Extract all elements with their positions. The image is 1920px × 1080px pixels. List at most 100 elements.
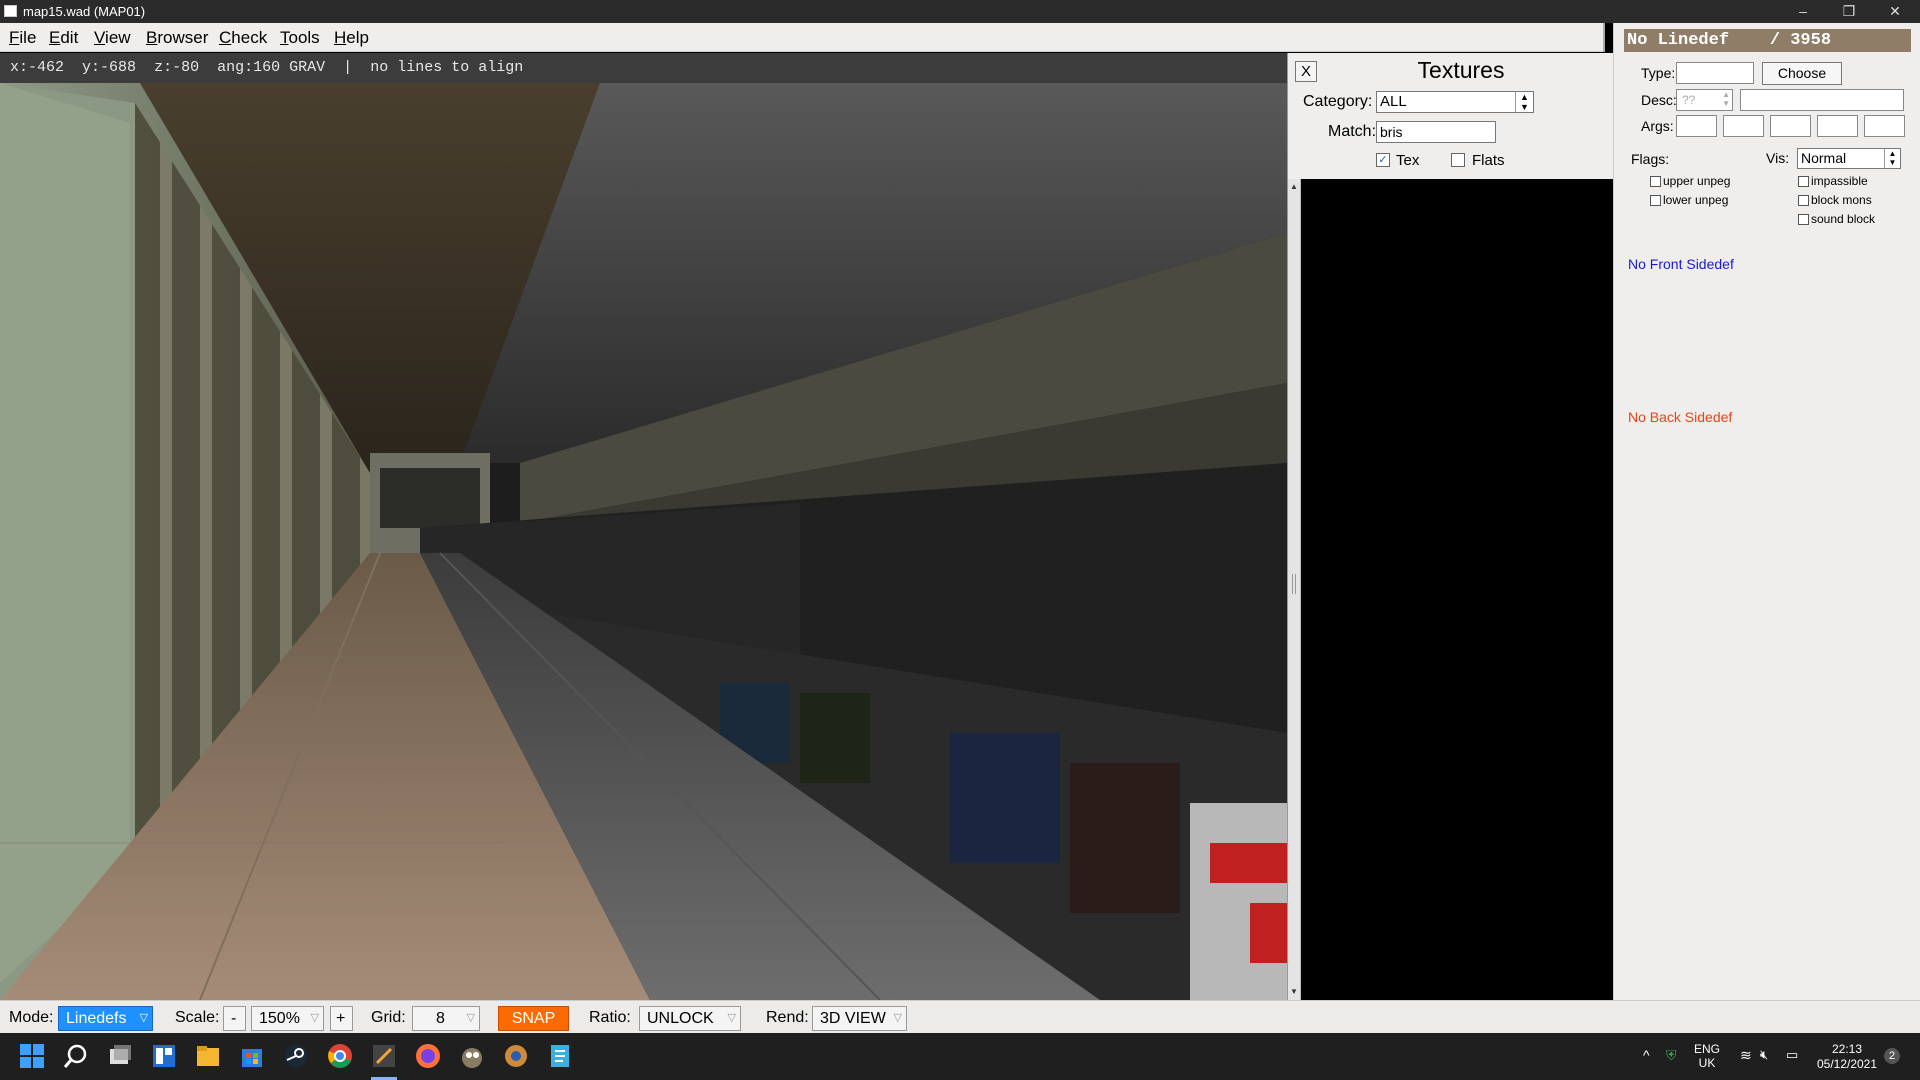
mode-select[interactable]: Linedefs ▽ xyxy=(58,1006,153,1031)
chrome-icon[interactable] xyxy=(327,1043,353,1069)
match-input[interactable]: bris xyxy=(1376,121,1496,143)
dropdown-icon: ▽ xyxy=(466,1012,475,1024)
type-input[interactable] xyxy=(1676,62,1754,84)
spinner-arrows-icon: ▲ ▼ xyxy=(1722,90,1730,108)
grid-value: 8 xyxy=(436,1010,445,1027)
file-explorer-icon[interactable] xyxy=(195,1043,221,1069)
scale-plus-button[interactable]: + xyxy=(330,1006,353,1031)
window-titlebar: map15.wad (MAP01) – ❐ ✕ xyxy=(0,0,1920,23)
language-code: ENG xyxy=(1694,1042,1721,1056)
block-mons-checkbox[interactable] xyxy=(1798,195,1809,206)
wifi-icon[interactable]: ≋ xyxy=(1740,1047,1752,1064)
menu-edit[interactable]: Edit xyxy=(49,28,78,48)
3d-viewport[interactable] xyxy=(0,83,1287,1000)
lower-unpeg-label: lower unpeg xyxy=(1663,193,1729,207)
close-window-button[interactable]: ✕ xyxy=(1872,0,1918,23)
windows-start-icon[interactable] xyxy=(19,1043,45,1069)
tex-checkbox[interactable]: ✓ xyxy=(1376,153,1390,167)
window-title: map15.wad (MAP01) xyxy=(23,4,146,19)
task-view-icon[interactable] xyxy=(107,1043,133,1069)
arg-4-input[interactable] xyxy=(1817,115,1858,137)
scale-select[interactable]: 150% ▽ xyxy=(251,1006,324,1031)
menu-view[interactable]: View xyxy=(94,28,131,48)
tex-label: Tex xyxy=(1396,152,1420,169)
impassible-label: impassible xyxy=(1811,174,1868,188)
render-select[interactable]: 3D VIEW ▽ xyxy=(812,1006,907,1031)
battery-icon[interactable]: ▭ xyxy=(1786,1047,1798,1063)
clock-time: 22:13 xyxy=(1831,1042,1863,1056)
menu-browser[interactable]: Browser xyxy=(146,28,208,48)
dropdown-icon: ▽ xyxy=(139,1012,148,1024)
coordinates-status: x:-462 y:-688 z:-80 ang:160 GRAV | no li… xyxy=(0,53,1287,83)
steam-icon[interactable] xyxy=(283,1043,309,1069)
show-hidden-icons-icon[interactable]: ^ xyxy=(1643,1047,1650,1063)
block-mons-label: block mons xyxy=(1811,193,1872,207)
dropdown-icon: ▽ xyxy=(310,1012,319,1024)
vis-select[interactable]: Normal ▲ ▼ xyxy=(1797,148,1901,169)
menu-help[interactable]: Help xyxy=(334,28,369,48)
textures-panel: X Textures Category: ALL ▲ ▼ Match: bris … xyxy=(1287,53,1614,1000)
sound-block-checkbox[interactable] xyxy=(1798,214,1809,225)
sound-block-label: sound block xyxy=(1811,212,1876,226)
mode-label: Mode: xyxy=(9,1009,54,1026)
language-indicator[interactable]: ENG UK xyxy=(1694,1042,1720,1070)
dropdown-icon: ▽ xyxy=(727,1012,736,1024)
flags-label: Flags: xyxy=(1631,151,1670,167)
texture-list[interactable] xyxy=(1301,179,1614,1000)
scale-value: 150% xyxy=(259,1010,300,1027)
bottom-status-bar: Mode: Linedefs ▽ Scale: - 150% ▽ + Grid: 8… xyxy=(0,1000,1920,1033)
notepad-icon[interactable] xyxy=(547,1043,573,1069)
scale-minus-button[interactable]: - xyxy=(223,1006,246,1031)
grid-select[interactable]: 8 ▽ xyxy=(412,1006,480,1031)
menu-check[interactable]: Check xyxy=(219,28,267,48)
desc-label: Desc: xyxy=(1641,92,1677,108)
speaker-muted-icon[interactable]: 🔇︎ xyxy=(1760,1047,1768,1063)
menu-tools[interactable]: Tools xyxy=(280,28,320,48)
arg-5-input[interactable] xyxy=(1864,115,1905,137)
impassible-checkbox[interactable] xyxy=(1798,176,1809,187)
choose-button[interactable]: Choose xyxy=(1762,62,1842,85)
textures-title: Textures xyxy=(1417,57,1505,83)
eureka-editor-icon[interactable] xyxy=(371,1043,397,1069)
slade-icon[interactable] xyxy=(503,1043,529,1069)
microsoft-store-icon[interactable] xyxy=(239,1043,265,1069)
snap-button[interactable]: SNAP xyxy=(498,1006,569,1031)
taskbar: ^ ⛨ ENG UK ≋ 🔇︎ ▭ 22:13 05/12/2021 2 xyxy=(0,1033,1920,1080)
category-select[interactable]: ALL ▲ ▼ xyxy=(1376,91,1534,113)
scroll-grip[interactable] xyxy=(1292,574,1296,594)
lower-unpeg-checkbox[interactable] xyxy=(1650,195,1661,206)
match-label: Match: xyxy=(1328,123,1377,140)
rend-label: Rend: xyxy=(766,1009,809,1026)
desc-spinner[interactable]: ?? ▲ ▼ xyxy=(1676,89,1733,111)
vis-label: Vis: xyxy=(1766,150,1790,166)
flats-checkbox[interactable] xyxy=(1451,153,1465,167)
widgets-icon[interactable] xyxy=(151,1043,177,1069)
arg-1-input[interactable] xyxy=(1676,115,1717,137)
arg-2-input[interactable] xyxy=(1723,115,1764,137)
upper-unpeg-label: upper unpeg xyxy=(1663,174,1731,188)
type-label: Type: xyxy=(1641,65,1676,81)
notification-badge[interactable]: 2 xyxy=(1884,1048,1900,1064)
status-z: z:-80 xyxy=(154,59,200,76)
region-code: UK xyxy=(1698,1056,1716,1070)
upper-unpeg-checkbox[interactable] xyxy=(1650,176,1661,187)
flats-label: Flats xyxy=(1472,152,1505,169)
app-icon xyxy=(4,5,17,17)
scroll-down-icon[interactable]: ▼ xyxy=(1288,986,1300,998)
security-icon[interactable]: ⛨ xyxy=(1666,1047,1677,1064)
textures-scrollbar[interactable]: ▲ ▼ xyxy=(1288,179,1301,1000)
search-icon[interactable] xyxy=(63,1043,89,1069)
menu-file[interactable]: File xyxy=(9,28,36,48)
scroll-up-icon[interactable]: ▲ xyxy=(1288,181,1300,193)
desc-input[interactable] xyxy=(1740,89,1904,111)
firefox-icon[interactable] xyxy=(415,1043,441,1069)
status-separator: | xyxy=(343,59,353,76)
ratio-select[interactable]: UNLOCK ▽ xyxy=(639,1006,741,1031)
desc-spinner-value: ?? xyxy=(1682,93,1696,107)
gimp-icon[interactable] xyxy=(459,1043,485,1069)
minimize-button[interactable]: – xyxy=(1780,0,1826,23)
arg-3-input[interactable] xyxy=(1770,115,1811,137)
clock[interactable]: 22:13 05/12/2021 xyxy=(1812,1042,1882,1072)
restore-button[interactable]: ❐ xyxy=(1826,0,1872,23)
linedef-header: No Linedef / 3958 xyxy=(1624,29,1911,52)
